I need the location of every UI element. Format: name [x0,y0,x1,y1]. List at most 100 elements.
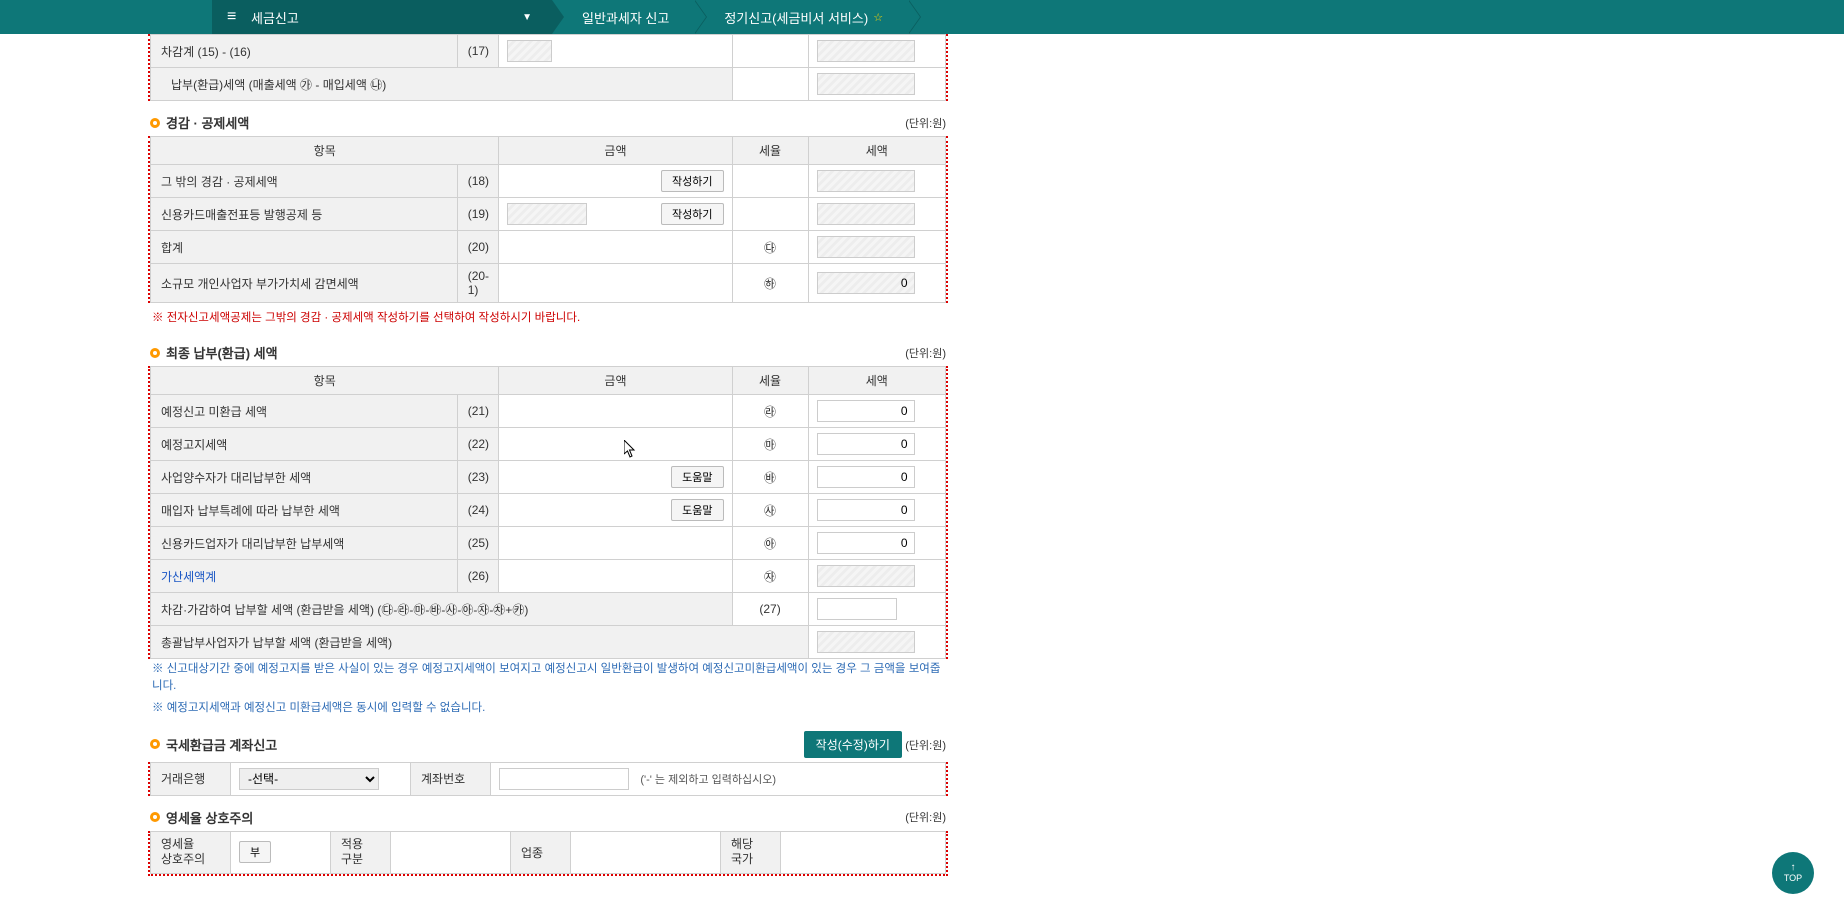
row22-sym: ㉲ [732,428,808,461]
country-value [781,831,946,873]
row19-write-button[interactable]: 작성하기 [661,203,723,225]
h2-rate: 세율 [732,367,808,395]
bullet-icon [150,348,160,358]
zero-rate-label: 영세율 상호주의 [151,831,231,873]
bullet-icon [150,812,160,822]
section1-note: ※ 전자신고세액공제는 그밖의 경감 · 공제세액 작성하기를 선택하여 작성하… [148,303,948,331]
row18-write-button[interactable]: 작성하기 [661,170,723,192]
partial-top-table: 차감계 (15) - (16) (17) 납부(환급)세액 (매출세액 ㉮ - … [150,34,946,101]
row20-sym: ㉰ [732,231,808,264]
bank-select[interactable]: -선택- [239,768,379,790]
industry-label: 업종 [511,831,571,873]
section3-header: 국세환급금 계좌신고 작성(수정)하기 (단위:원) [148,731,948,758]
row27-tax[interactable] [817,598,897,620]
section3-title: 국세환급금 계좌신고 [166,735,277,754]
row-refund-tax[interactable] [817,73,915,95]
section2-header: 최종 납부(환급) 세액 (단위:원) [148,343,948,362]
row20-label: 합계 [151,231,458,264]
section1-title: 경감 · 공제세액 [166,113,249,132]
bullet-icon [150,739,160,749]
row23-help-button[interactable]: 도움말 [671,466,723,488]
row24-code: (24) [457,494,499,527]
row26-tax[interactable] [817,565,915,587]
row25-tax[interactable] [817,532,915,554]
row21-code: (21) [457,395,499,428]
row20-tax[interactable] [817,236,915,258]
row27-code: (27) [732,593,808,626]
row25-sym: ㉵ [732,527,808,560]
apply-type-label: 적용 구분 [331,831,391,873]
nav-spacer [0,0,212,34]
account-label: 계좌번호 [411,762,491,795]
hamburger-icon [227,8,241,26]
section2-title: 최종 납부(환급) 세액 [166,343,278,362]
h2-item: 항목 [151,367,499,395]
row18-tax[interactable] [817,170,915,192]
chevron-down-icon: ▼ [522,12,532,23]
row20-1-tax[interactable] [817,272,915,294]
section3-table: 거래은행 -선택- 계좌번호 ('-' 는 제외하고 입력하십시오) [150,762,946,796]
row23-tax[interactable] [817,466,915,488]
section2-note1: ※ 신고대상기간 중에 예정고지를 받은 사실이 있는 경우 예정고지세액이 보… [148,659,948,698]
row21-sym: ㉱ [732,395,808,428]
h-item: 항목 [151,137,499,165]
section2-note2: ※ 예정고지세액과 예정신고 미환급세액은 동시에 입력할 수 없습니다. [148,698,948,719]
row19-amount[interactable] [507,203,587,225]
unit-label: (단위:원) [905,740,946,752]
row23-sym: ㉳ [732,461,808,494]
row22-label: 예정고지세액 [151,428,458,461]
account-write-button[interactable]: 작성(수정)하기 [804,731,902,758]
row26-sym: ㉶ [732,560,808,593]
apply-type-value [391,831,511,873]
breadcrumb-2[interactable]: 정기신고(세금비서 서비스) ☆ [694,0,908,34]
row24-sym: ㉴ [732,494,808,527]
section1-header: 경감 · 공제세액 (단위:원) [148,113,948,132]
row20-1-sym: ㉻ [732,264,808,303]
section4-header: 영세율 상호주의 (단위:원) [148,808,948,827]
row21-tax[interactable] [817,400,915,422]
row27-label: 차감·가감하여 납부할 세액 (환급받을 세액) (㉰-㉱-㉲-㉳-㉴-㉵-㉶-… [151,593,733,626]
row20-1-code: (20-1) [457,264,499,303]
row20-1-label: 소규모 개인사업자 부가가치세 감면세액 [151,264,458,303]
row23-code: (23) [457,461,499,494]
row25-code: (25) [457,527,499,560]
row24-help-button[interactable]: 도움말 [671,499,723,521]
row20-code: (20) [457,231,499,264]
unit-label: (단위:원) [905,115,946,131]
row26-label[interactable]: 가산세액계 [151,560,458,593]
h2-amount: 금액 [499,367,732,395]
industry-value [571,831,721,873]
account-hint: ('-' 는 제외하고 입력하십시오) [640,774,776,786]
row24-tax[interactable] [817,499,915,521]
row-17-code: (17) [457,35,499,68]
h-amount: 금액 [499,137,732,165]
zero-rate-value[interactable]: 부 [239,841,271,863]
country-label: 해당 국가 [721,831,781,873]
row21-label: 예정신고 미환급 세액 [151,395,458,428]
star-icon[interactable]: ☆ [873,11,883,24]
row-total-tax[interactable] [817,631,915,653]
row24-label: 매입자 납부특례에 따라 납부한 세액 [151,494,458,527]
account-input[interactable] [499,768,629,790]
row-17-label: 차감계 (15) - (16) [151,35,458,68]
bank-label: 거래은행 [151,762,231,795]
unit-label: (단위:원) [905,345,946,361]
row-17-amount[interactable] [507,40,552,62]
nav-main-menu[interactable]: 세금신고 ▼ [212,0,552,34]
section1-table: 항목 금액 세율 세액 그 밖의 경감 · 공제세액 (18) 작성하기 신용카… [150,136,946,303]
row23-label: 사업양수자가 대리납부한 세액 [151,461,458,494]
h-tax: 세액 [808,137,945,165]
row19-label: 신용카드매출전표등 발행공제 등 [151,198,458,231]
scroll-top-button[interactable]: ↑ TOP [1772,852,1814,894]
row19-code: (19) [457,198,499,231]
breadcrumb-1[interactable]: 일반과세자 신고 [552,0,694,34]
row19-tax[interactable] [817,203,915,225]
row22-tax[interactable] [817,433,915,455]
h-rate: 세율 [732,137,808,165]
row25-label: 신용카드업자가 대리납부한 납부세액 [151,527,458,560]
row18-code: (18) [457,165,499,198]
arrow-up-icon: ↑ [1791,863,1796,873]
row-17-tax[interactable] [817,40,915,62]
row26-code: (26) [457,560,499,593]
row-total-label: 총괄납부사업자가 납부할 세액 (환급받을 세액) [151,626,809,659]
